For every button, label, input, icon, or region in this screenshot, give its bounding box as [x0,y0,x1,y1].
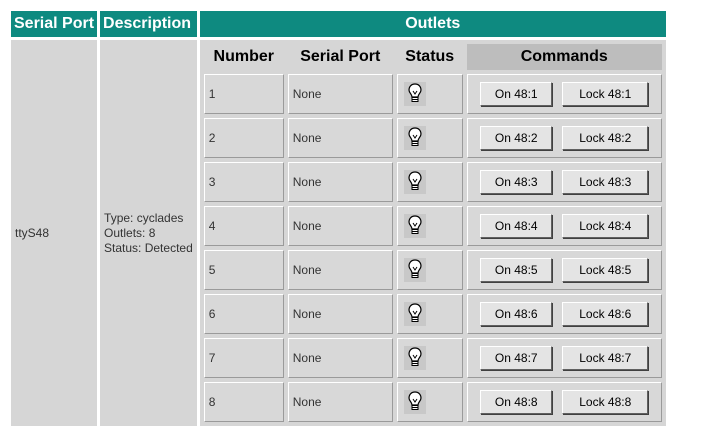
outlet-row: 8 None On 48:8 Lock 48:8 [203,382,662,422]
outlets-cell: Number Serial Port Status Commands 1 Non… [199,40,666,426]
outlet-on-button[interactable]: On 48:5 [480,258,553,282]
outlet-lock-button[interactable]: Lock 48:3 [562,170,649,194]
lightbulb-icon [403,302,426,326]
outlet-row: 5 None On 48:5 Lock 48:5 [203,250,662,290]
lightbulb-icon [403,82,426,106]
outlet-number: 8 [203,382,284,422]
outlet-commands: On 48:7 Lock 48:7 [466,338,662,378]
outlet-serial-port: None [287,118,393,158]
outlet-row: 3 None On 48:3 Lock 48:3 [203,162,662,202]
outlets-table: Number Serial Port Status Commands 1 Non… [200,40,666,426]
outlet-row: 4 None On 48:4 Lock 48:4 [203,206,662,246]
number-column-header: Number [203,44,284,70]
outlet-status [396,250,463,290]
outlet-on-button[interactable]: On 48:2 [480,126,553,150]
outlet-lock-button[interactable]: Lock 48:2 [562,126,649,150]
outlet-commands: On 48:1 Lock 48:1 [466,74,662,114]
outlet-lock-button[interactable]: Lock 48:4 [562,214,649,238]
outlet-number: 6 [203,294,284,334]
lightbulb-icon [403,214,426,238]
outlet-on-button[interactable]: On 48:4 [480,214,553,238]
device-port-cell: ttyS48 [11,40,98,426]
outlet-lock-button[interactable]: Lock 48:7 [562,346,649,370]
outlet-number: 7 [203,338,284,378]
outlet-number: 4 [203,206,284,246]
outlet-commands: On 48:8 Lock 48:8 [466,382,662,422]
serial-port-header: Serial Port [11,11,98,37]
outlet-row: 7 None On 48:7 Lock 48:7 [203,338,662,378]
outlet-lock-button[interactable]: Lock 48:5 [562,258,649,282]
serial-ports-table: Serial Port Description Outlets ttyS48 T… [8,8,669,429]
outlet-row: 1 None On 48:1 Lock 48:1 [203,74,662,114]
outlet-serial-port: None [287,294,393,334]
outlet-status [396,338,463,378]
lightbulb-icon [403,346,426,370]
outlet-on-button[interactable]: On 48:6 [480,302,553,326]
outlet-number: 5 [203,250,284,290]
outlet-serial-port: None [287,382,393,422]
device-status: Status: Detected [104,240,193,255]
outlet-row: 2 None On 48:2 Lock 48:2 [203,118,662,158]
outlet-status [396,162,463,202]
outlet-commands: On 48:6 Lock 48:6 [466,294,662,334]
outlet-serial-port: None [287,338,393,378]
device-description-cell: Type: cyclades Outlets: 8 Status: Detect… [100,40,197,426]
outlet-on-button[interactable]: On 48:3 [480,170,553,194]
lightbulb-icon [403,126,426,150]
outlet-status [396,294,463,334]
outlet-commands: On 48:3 Lock 48:3 [466,162,662,202]
outlet-lock-button[interactable]: Lock 48:8 [562,390,649,414]
outlets-header: Outlets [199,11,666,37]
outlet-on-button[interactable]: On 48:7 [480,346,553,370]
outlet-commands: On 48:4 Lock 48:4 [466,206,662,246]
outlet-status [396,74,463,114]
outlet-serial-port: None [287,250,393,290]
outlet-commands: On 48:2 Lock 48:2 [466,118,662,158]
lightbulb-icon [403,390,426,414]
outlet-serial-port-column-header: Serial Port [287,44,393,70]
outlet-number: 2 [203,118,284,158]
outlet-lock-button[interactable]: Lock 48:1 [562,82,649,106]
device-type: Type: cyclades [104,210,184,225]
outlet-number: 1 [203,74,284,114]
lightbulb-icon [403,258,426,282]
commands-column-header: Commands [466,44,662,70]
device-outlets-count: Outlets: 8 [104,225,156,240]
outlet-commands: On 48:5 Lock 48:5 [466,250,662,290]
outlet-serial-port: None [287,206,393,246]
outlet-number: 3 [203,162,284,202]
outlet-serial-port: None [287,162,393,202]
device-port: ttyS48 [15,226,50,240]
outlet-serial-port: None [287,74,393,114]
outlet-on-button[interactable]: On 48:1 [480,82,553,106]
outlet-status [396,206,463,246]
outlet-lock-button[interactable]: Lock 48:6 [562,302,649,326]
outlet-status [396,382,463,422]
outlet-on-button[interactable]: On 48:8 [480,390,553,414]
description-header: Description [100,11,197,37]
outlet-row: 6 None On 48:6 Lock 48:6 [203,294,662,334]
outlet-status [396,118,463,158]
status-column-header: Status [396,44,463,70]
lightbulb-icon [403,170,426,194]
